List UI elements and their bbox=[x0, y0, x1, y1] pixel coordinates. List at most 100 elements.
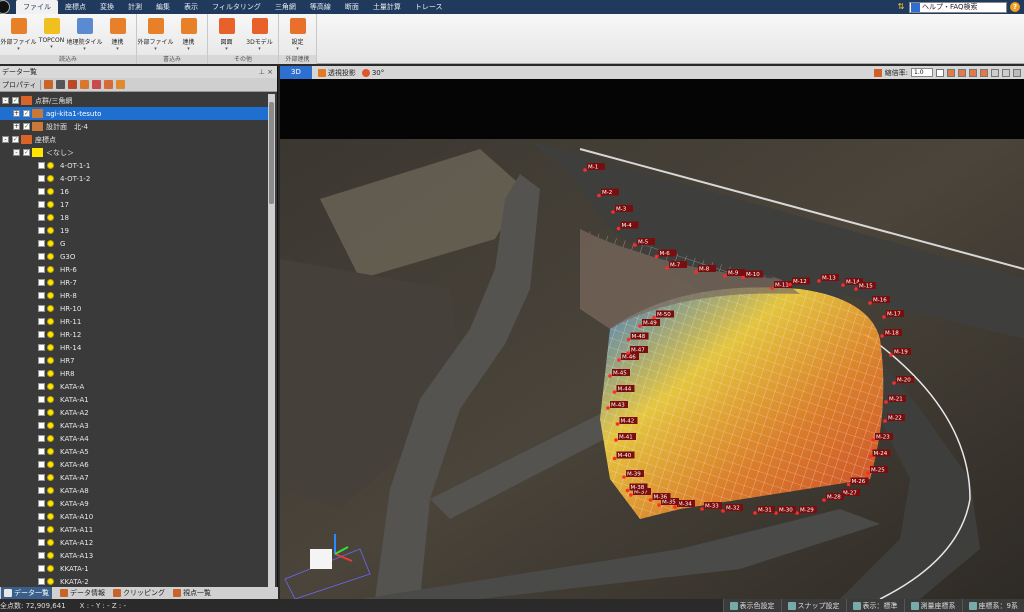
visibility-checkbox[interactable] bbox=[38, 253, 45, 260]
view-iso-icon[interactable] bbox=[991, 68, 999, 77]
status-button[interactable]: スナップ設定 bbox=[780, 599, 846, 612]
tree-row[interactable]: 18 bbox=[0, 211, 268, 224]
tree-row[interactable]: KATA-A3 bbox=[0, 419, 268, 432]
status-button[interactable]: 座標系：9系 bbox=[961, 599, 1024, 612]
visibility-checkbox[interactable] bbox=[38, 318, 45, 325]
tree-row[interactable]: HR-7 bbox=[0, 276, 268, 289]
visibility-checkbox[interactable] bbox=[38, 214, 45, 221]
expand-toggle-icon[interactable]: - bbox=[13, 149, 20, 156]
tree-row[interactable]: 4-OT-1-2 bbox=[0, 172, 268, 185]
tree-row[interactable]: KATA-A4 bbox=[0, 432, 268, 445]
visibility-checkbox[interactable] bbox=[38, 474, 45, 481]
visibility-checkbox[interactable] bbox=[38, 409, 45, 416]
menu-item[interactable]: 表示 bbox=[177, 0, 205, 14]
visibility-checkbox[interactable] bbox=[38, 526, 45, 533]
fit-view-icon[interactable] bbox=[1002, 68, 1010, 77]
tree-row[interactable]: - ✓ ＜なし＞ bbox=[0, 146, 268, 159]
visibility-checkbox[interactable] bbox=[38, 370, 45, 377]
delete-icon[interactable] bbox=[67, 80, 77, 89]
status-button[interactable]: 測量座標系 bbox=[903, 599, 962, 612]
help-icon[interactable]: ? bbox=[1010, 2, 1020, 12]
expand-toggle-icon[interactable]: + bbox=[13, 110, 20, 117]
tree-row[interactable]: KKATA-1 bbox=[0, 562, 268, 575]
menu-item[interactable]: 計測 bbox=[121, 0, 149, 14]
menu-item[interactable]: フィルタリング bbox=[205, 0, 268, 14]
visibility-checkbox[interactable] bbox=[38, 266, 45, 273]
tree-row[interactable]: KATA-A5 bbox=[0, 445, 268, 458]
menu-item[interactable]: トレース bbox=[408, 0, 450, 14]
visibility-checkbox[interactable]: ✓ bbox=[12, 136, 19, 143]
visibility-checkbox[interactable] bbox=[38, 305, 45, 312]
tree-row[interactable]: HR-11 bbox=[0, 315, 268, 328]
tree-row[interactable]: KATA-A13 bbox=[0, 549, 268, 562]
menu-item[interactable]: 断面 bbox=[338, 0, 366, 14]
arrows-icon[interactable]: ⇅ bbox=[896, 2, 906, 12]
tree-row[interactable]: HR-14 bbox=[0, 341, 268, 354]
view-front-icon[interactable] bbox=[958, 68, 966, 77]
copy-icon[interactable] bbox=[91, 80, 101, 89]
visibility-checkbox[interactable]: ✓ bbox=[23, 123, 30, 130]
tree-row[interactable]: G3O bbox=[0, 250, 268, 263]
visibility-checkbox[interactable]: ✓ bbox=[12, 97, 19, 104]
tree-row[interactable]: HR7 bbox=[0, 354, 268, 367]
perspective-button[interactable]: 透視投影 bbox=[317, 68, 356, 78]
visibility-checkbox[interactable] bbox=[38, 552, 45, 559]
tree-row[interactable]: 16 bbox=[0, 185, 268, 198]
tree-row[interactable]: HR-8 bbox=[0, 289, 268, 302]
tree-row[interactable]: HR-6 bbox=[0, 263, 268, 276]
layer-icon[interactable] bbox=[115, 80, 125, 89]
tree-row[interactable]: HR-12 bbox=[0, 328, 268, 341]
visibility-checkbox[interactable]: ✓ bbox=[23, 149, 30, 156]
visibility-checkbox[interactable] bbox=[38, 292, 45, 299]
panel-tab[interactable]: 視点一覧 bbox=[173, 588, 211, 598]
panel-tab[interactable]: データ一覧 bbox=[1, 587, 52, 599]
menu-item[interactable]: 等高線 bbox=[303, 0, 338, 14]
tree-row[interactable]: KATA-A8 bbox=[0, 484, 268, 497]
visibility-checkbox[interactable] bbox=[38, 279, 45, 286]
menu-item[interactable]: 三角網 bbox=[268, 0, 303, 14]
panel-tab[interactable]: データ情報 bbox=[60, 588, 105, 598]
tree-row[interactable]: KKATA-2 bbox=[0, 575, 268, 587]
tree-row[interactable]: KATA-A11 bbox=[0, 523, 268, 536]
status-button[interactable]: 表示色設定 bbox=[722, 599, 781, 612]
panel-tab[interactable]: クリッピング bbox=[113, 588, 165, 598]
zoom-input[interactable]: 1.0 bbox=[911, 68, 933, 77]
tree-row[interactable]: KATA-A1 bbox=[0, 393, 268, 406]
tree-row[interactable]: 4-OT-1-1 bbox=[0, 159, 268, 172]
visibility-checkbox[interactable] bbox=[38, 396, 45, 403]
visibility-checkbox[interactable] bbox=[38, 383, 45, 390]
visibility-checkbox[interactable] bbox=[38, 422, 45, 429]
status-button[interactable]: 表示：標準 bbox=[845, 599, 904, 612]
tree-row[interactable]: KATA-A10 bbox=[0, 510, 268, 523]
tree-row[interactable]: KATA-A6 bbox=[0, 458, 268, 471]
visibility-checkbox[interactable] bbox=[38, 565, 45, 572]
tree-scrollbar[interactable] bbox=[268, 94, 275, 587]
menu-item[interactable]: 編集 bbox=[149, 0, 177, 14]
visibility-checkbox[interactable] bbox=[38, 188, 45, 195]
visibility-checkbox[interactable] bbox=[38, 357, 45, 364]
pin-icon[interactable]: ⊥ × bbox=[259, 68, 277, 76]
menu-item[interactable]: ファイル bbox=[16, 0, 58, 14]
expand-toggle-icon[interactable]: + bbox=[13, 123, 20, 130]
edit-icon[interactable] bbox=[43, 80, 53, 89]
visibility-checkbox[interactable] bbox=[38, 448, 45, 455]
group-icon[interactable] bbox=[103, 80, 113, 89]
visibility-checkbox[interactable] bbox=[38, 513, 45, 520]
color-icon[interactable] bbox=[79, 80, 89, 89]
menu-item[interactable]: 変換 bbox=[93, 0, 121, 14]
view-top-icon[interactable] bbox=[947, 68, 955, 77]
tree-row[interactable]: 17 bbox=[0, 198, 268, 211]
tree-row[interactable]: KATA-A12 bbox=[0, 536, 268, 549]
tree-row[interactable]: KATA-A9 bbox=[0, 497, 268, 510]
visibility-checkbox[interactable]: ✓ bbox=[23, 110, 30, 117]
tree-row[interactable]: KATA-A7 bbox=[0, 471, 268, 484]
scrollbar-thumb[interactable] bbox=[269, 102, 274, 204]
menu-item[interactable]: 土量計算 bbox=[366, 0, 408, 14]
visibility-checkbox[interactable] bbox=[38, 578, 45, 585]
tree-row[interactable]: 19 bbox=[0, 224, 268, 237]
visibility-checkbox[interactable] bbox=[38, 201, 45, 208]
menu-item[interactable]: 座標点 bbox=[58, 0, 93, 14]
home-view-icon[interactable] bbox=[936, 68, 944, 77]
visibility-checkbox[interactable] bbox=[38, 461, 45, 468]
expand-toggle-icon[interactable]: - bbox=[2, 136, 9, 143]
